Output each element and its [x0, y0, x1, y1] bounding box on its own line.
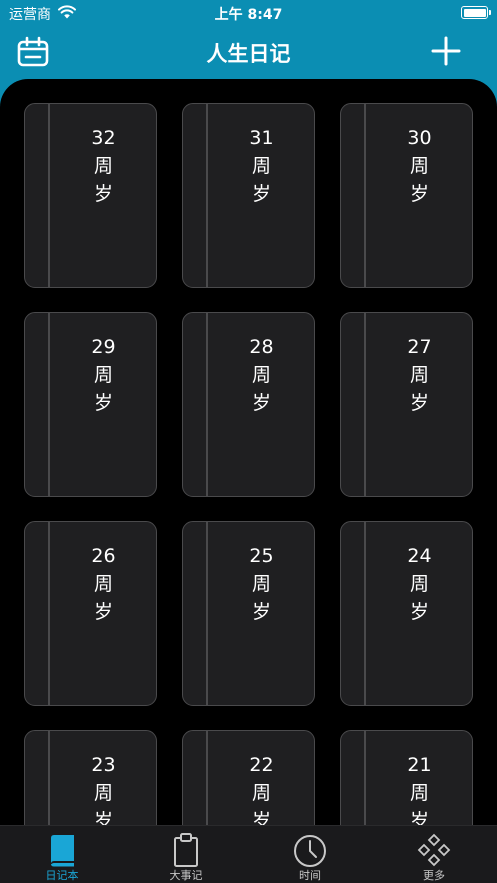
book-number: 27: [407, 336, 432, 358]
book-label-sui: 岁: [93, 392, 113, 414]
book-label-sui: 岁: [409, 601, 429, 623]
book-spine: [364, 731, 366, 825]
status-bar: 运营商 上午 8:47: [0, 0, 497, 26]
book-spine: [48, 104, 50, 287]
diary-book[interactable]: 26 周岁: [24, 521, 157, 706]
status-time: 上午 8:47: [214, 7, 283, 23]
book-spine: [206, 731, 208, 825]
book-label-sui: 岁: [93, 810, 113, 825]
tab-label: 时间: [299, 869, 321, 882]
book-label-zhou: 周: [409, 573, 429, 595]
navigation-bar: 人生日记: [0, 30, 497, 74]
tab-more[interactable]: 更多: [372, 826, 496, 883]
book-label-zhou: 周: [93, 155, 113, 177]
book-label-sui: 岁: [251, 601, 271, 623]
book-label-zhou: 周: [93, 573, 113, 595]
book-spine: [206, 313, 208, 496]
diary-book[interactable]: 27 周岁: [340, 312, 473, 497]
book-icon: [51, 835, 74, 867]
page-title: 人生日记: [206, 42, 291, 66]
tab-label: 日记本: [45, 869, 79, 882]
book-spine: [206, 104, 208, 287]
book-label-sui: 岁: [251, 183, 271, 205]
book-number: 28: [249, 336, 274, 358]
book-number: 29: [91, 336, 116, 358]
battery-icon: [461, 6, 491, 19]
book-label-sui: 岁: [251, 810, 271, 825]
tab-bar: 日记本 大事记 时间 更多: [0, 825, 497, 883]
book-label-sui: 岁: [251, 392, 271, 414]
book-number: 32: [91, 127, 116, 149]
diamonds-icon: [417, 833, 451, 867]
plus-icon[interactable]: [431, 36, 461, 66]
book-spine: [364, 522, 366, 705]
tab-time[interactable]: 时间: [248, 826, 372, 883]
book-label-zhou: 周: [409, 364, 429, 386]
book-spine: [48, 313, 50, 496]
diary-book[interactable]: 25 周岁: [182, 521, 315, 706]
book-spine: [48, 522, 50, 705]
book-spine: [206, 522, 208, 705]
tab-diary[interactable]: 日记本: [0, 826, 124, 883]
book-spine: [364, 313, 366, 496]
diary-book[interactable]: 29 周岁: [24, 312, 157, 497]
clipboard-icon: [174, 833, 198, 867]
diary-book[interactable]: 24 周岁: [340, 521, 473, 706]
clock-icon: [294, 835, 326, 867]
book-label-zhou: 周: [251, 364, 271, 386]
book-label-zhou: 周: [93, 364, 113, 386]
book-label-zhou: 周: [93, 782, 113, 804]
book-number: 23: [91, 754, 116, 776]
book-spine: [364, 104, 366, 287]
book-label-zhou: 周: [409, 155, 429, 177]
book-number: 30: [407, 127, 432, 149]
tab-events[interactable]: 大事记: [124, 826, 248, 883]
diary-book[interactable]: 21 周岁: [340, 730, 473, 825]
book-number: 31: [249, 127, 274, 149]
diary-book[interactable]: 28 周岁: [182, 312, 315, 497]
diary-grid: 32 周岁 31 周岁 30 周岁 29 周岁 28 周岁 27 周岁 26 周岁 25 周岁 …: [0, 79, 497, 825]
book-spine: [48, 731, 50, 825]
diary-book[interactable]: 22 周岁: [182, 730, 315, 825]
diary-book[interactable]: 31 周岁: [182, 103, 315, 288]
book-number: 21: [407, 754, 432, 776]
diary-book[interactable]: 30 周岁: [340, 103, 473, 288]
book-label-sui: 岁: [409, 392, 429, 414]
book-label-sui: 岁: [93, 183, 113, 205]
diary-book[interactable]: 32 周岁: [24, 103, 157, 288]
book-label-zhou: 周: [251, 155, 271, 177]
book-label-zhou: 周: [251, 782, 271, 804]
book-label-zhou: 周: [409, 782, 429, 804]
tab-label: 更多: [423, 869, 445, 882]
book-label-sui: 岁: [409, 810, 429, 825]
book-label-sui: 岁: [409, 183, 429, 205]
diary-book[interactable]: 23 周岁: [24, 730, 157, 825]
book-label-sui: 岁: [93, 601, 113, 623]
book-number: 26: [91, 545, 116, 567]
book-number: 22: [249, 754, 274, 776]
book-number: 24: [407, 545, 432, 567]
book-label-zhou: 周: [251, 573, 271, 595]
tab-label: 大事记: [169, 869, 203, 882]
book-number: 25: [249, 545, 274, 567]
